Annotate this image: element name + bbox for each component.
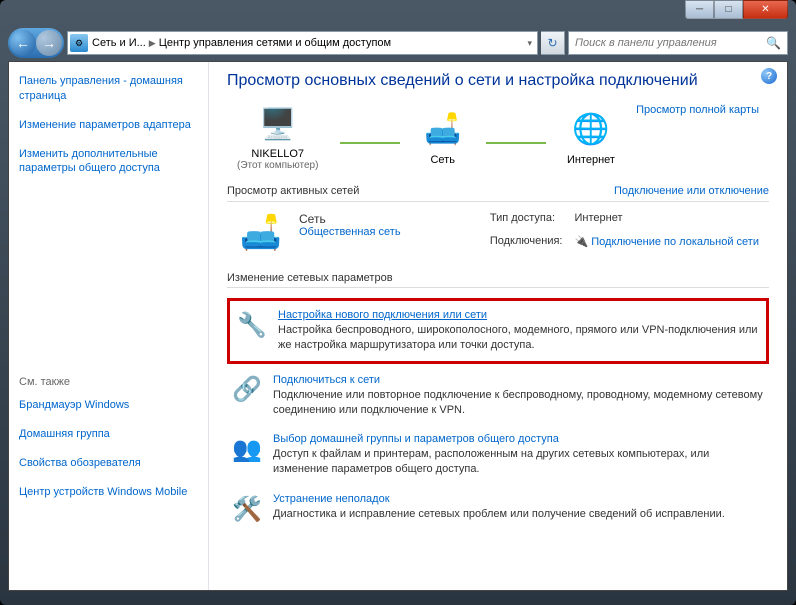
page-title: Просмотр основных сведений о сети и наст… xyxy=(227,72,769,90)
search-box[interactable]: 🔍 xyxy=(568,31,788,55)
troubleshoot-item[interactable]: 🛠️ Устранение неполадок Диагностика и ис… xyxy=(227,487,769,535)
network-icon: ⚙ xyxy=(70,34,88,52)
main-panel: ? Просмотр основных сведений о сети и на… xyxy=(209,62,787,590)
sidebar-mobile[interactable]: Центр устройств Windows Mobile xyxy=(19,485,198,500)
troubleshoot-desc: Диагностика и исправление сетевых пробле… xyxy=(273,507,765,522)
sidebar-sharing[interactable]: Изменить дополнительные параметры общего… xyxy=(19,147,198,177)
breadcrumb-part1[interactable]: Сеть и И... xyxy=(92,37,146,49)
setup-connection-link[interactable]: Настройка нового подключения или сети xyxy=(278,309,760,321)
sidebar-homegroup[interactable]: Домашняя группа xyxy=(19,427,198,442)
setting-text: Устранение неполадок Диагностика и испра… xyxy=(273,493,765,525)
netmap-internet: 🌐 Интернет xyxy=(567,110,615,166)
network-type-link[interactable]: Общественная сеть xyxy=(299,226,476,238)
homegroup-item[interactable]: 👥 Выбор домашней группы и параметров общ… xyxy=(227,427,769,487)
netmap-computer: 🖥️ NIKELLO7 (Этот компьютер) xyxy=(237,104,318,171)
sidebar-see-also: См. также Брандмауэр Windows Домашняя гр… xyxy=(19,376,198,499)
sidebar: Панель управления - домашняя страница Из… xyxy=(9,62,209,590)
globe-icon: 🌐 xyxy=(569,110,613,150)
active-network-row: 🛋️ Сеть Общественная сеть Тип доступа: И… xyxy=(227,202,769,264)
minimize-button[interactable]: ─ xyxy=(685,0,714,19)
setup-connection-desc: Настройка беспроводного, широкополосного… xyxy=(278,323,760,353)
computer-icon: 🖥️ xyxy=(256,104,300,144)
search-icon[interactable]: 🔍 xyxy=(766,36,781,50)
nav-buttons: ← → xyxy=(8,28,64,58)
connect-network-desc: Подключение или повторное подключение к … xyxy=(273,388,765,418)
back-button[interactable]: ← xyxy=(10,30,36,56)
network-map: 🖥️ NIKELLO7 (Этот компьютер) 🛋️ Сеть 🌐 И… xyxy=(227,104,769,181)
internet-label: Интернет xyxy=(567,154,615,166)
address-bar: ← → ⚙ Сеть и И... ▶ Центр управления сет… xyxy=(8,28,788,58)
troubleshoot-icon: 🛠️ xyxy=(231,493,263,525)
setup-connection-icon: 🔧 xyxy=(236,309,268,341)
close-button[interactable]: ✕ xyxy=(743,0,788,19)
access-type-label: Тип доступа: xyxy=(490,212,563,231)
network-info: Сеть Общественная сеть xyxy=(299,212,476,254)
network-label: Сеть xyxy=(421,154,465,166)
connection-link[interactable]: 🔌 Подключение по локальной сети xyxy=(574,235,759,255)
netmap-network: 🛋️ Сеть xyxy=(421,110,465,166)
setting-text: Выбор домашней группы и параметров общег… xyxy=(273,433,765,477)
active-networks-title: Просмотр активных сетей xyxy=(227,185,359,197)
change-settings-section: Изменение сетевых параметров 🔧 Настройка… xyxy=(227,272,769,535)
forward-button[interactable]: → xyxy=(36,30,62,56)
chevron-down-icon[interactable]: ▾ xyxy=(524,38,535,49)
homegroup-desc: Доступ к файлам и принтерам, расположенн… xyxy=(273,447,765,477)
homegroup-icon: 👥 xyxy=(231,433,263,465)
computer-sub: (Этот компьютер) xyxy=(237,160,318,171)
window-frame: ─ □ ✕ ← → ⚙ Сеть и И... ▶ Центр управлен… xyxy=(0,0,796,605)
view-full-map-link[interactable]: Просмотр полной карты xyxy=(636,104,759,116)
sidebar-home[interactable]: Панель управления - домашняя страница xyxy=(19,74,198,104)
sidebar-firewall[interactable]: Брандмауэр Windows xyxy=(19,398,198,413)
content-area: Панель управления - домашняя страница Из… xyxy=(8,61,788,591)
connect-network-link[interactable]: Подключиться к сети xyxy=(273,374,765,386)
maximize-button[interactable]: □ xyxy=(714,0,743,19)
bench-icon: 🛋️ xyxy=(237,212,285,254)
connection-line-icon xyxy=(340,142,400,152)
search-input[interactable] xyxy=(575,37,766,49)
chevron-right-icon[interactable]: ▶ xyxy=(146,38,159,49)
bench-icon: 🛋️ xyxy=(421,110,465,150)
network-name: Сеть xyxy=(299,212,476,226)
breadcrumb-part2[interactable]: Центр управления сетями и общим доступом xyxy=(159,37,391,49)
sidebar-ie[interactable]: Свойства обозревателя xyxy=(19,456,198,471)
setup-connection-item[interactable]: 🔧 Настройка нового подключения или сети … xyxy=(227,298,769,364)
connect-disconnect-link[interactable]: Подключение или отключение xyxy=(614,185,769,197)
computer-name: NIKELLO7 xyxy=(237,148,318,160)
see-also-title: См. также xyxy=(19,376,198,388)
setting-text: Подключиться к сети Подключение или повт… xyxy=(273,374,765,418)
window-controls: ─ □ ✕ xyxy=(685,0,788,19)
breadcrumb[interactable]: ⚙ Сеть и И... ▶ Центр управления сетями … xyxy=(67,31,538,55)
sidebar-adapter[interactable]: Изменение параметров адаптера xyxy=(19,118,198,133)
network-details: Тип доступа: Интернет Подключения: 🔌 Под… xyxy=(490,212,759,254)
help-icon[interactable]: ? xyxy=(761,68,777,84)
connect-icon: 🔗 xyxy=(231,374,263,406)
connect-network-item[interactable]: 🔗 Подключиться к сети Подключение или по… xyxy=(227,368,769,428)
change-settings-title: Изменение сетевых параметров xyxy=(227,272,769,288)
connection-line-icon xyxy=(486,142,546,152)
homegroup-link[interactable]: Выбор домашней группы и параметров общег… xyxy=(273,433,765,445)
access-type-value: Интернет xyxy=(574,212,759,231)
setting-text: Настройка нового подключения или сети На… xyxy=(278,309,760,353)
troubleshoot-link[interactable]: Устранение неполадок xyxy=(273,493,765,505)
refresh-button[interactable]: ↻ xyxy=(541,31,565,55)
connections-label: Подключения: xyxy=(490,235,563,255)
active-networks-header: Просмотр активных сетей Подключение или … xyxy=(227,181,769,202)
